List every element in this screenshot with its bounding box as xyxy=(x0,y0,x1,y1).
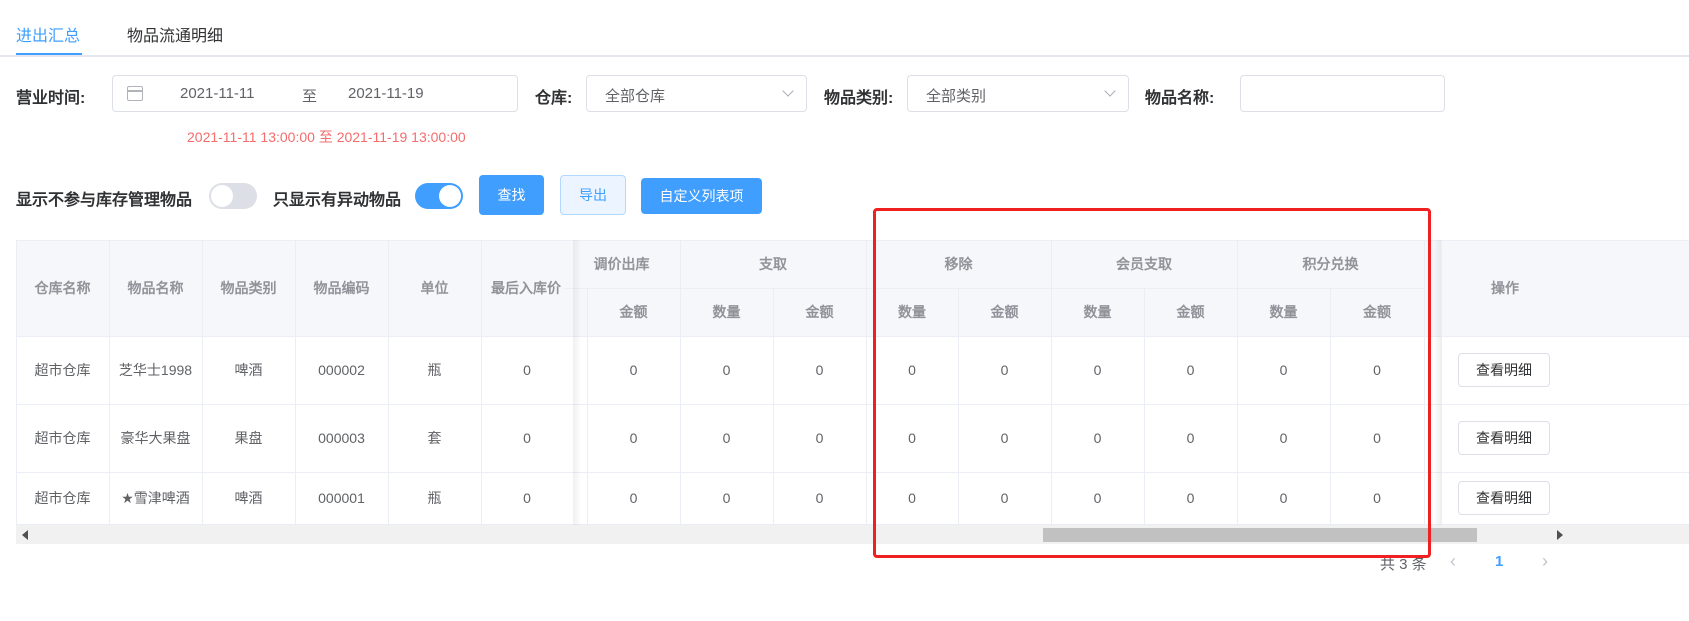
warehouse-label: 仓库: xyxy=(535,90,573,107)
tab-bar: 进出汇总 物品流通明细 xyxy=(0,0,1689,57)
cell-unit: 套 xyxy=(427,430,442,446)
export-button[interactable]: 导出 xyxy=(560,175,626,215)
category-select-value: 全部类别 xyxy=(926,88,987,105)
cell-item-name: 芝华士1998 xyxy=(118,362,193,378)
header-warehouse: 仓库名称 xyxy=(16,240,109,336)
summary-table: 仓库名称 物品名称 物品类别 物品编码 单位 最后入库价 调价出库 支取 移除 … xyxy=(16,240,1689,525)
cell-value: 0 xyxy=(629,362,638,378)
end-date-input[interactable]: 2021-11-19 xyxy=(348,85,424,102)
header-last-price: 最后入库价 xyxy=(490,262,562,314)
chevron-down-icon xyxy=(782,85,794,97)
subheader-quantity: 数量 xyxy=(680,288,773,336)
category-select[interactable]: 全部类别 xyxy=(907,75,1129,112)
cell-last-price: 0 xyxy=(523,490,531,506)
chevron-down-icon xyxy=(1104,85,1116,97)
switch-knob xyxy=(439,185,461,207)
current-page[interactable]: 1 xyxy=(1495,553,1503,570)
cell-value: 0 xyxy=(815,362,824,378)
show-non-managed-switch[interactable] xyxy=(209,183,257,209)
tab-summary[interactable]: 进出汇总 xyxy=(16,22,80,46)
active-tab-indicator xyxy=(16,53,82,55)
cell-warehouse: 超市仓库 xyxy=(34,490,91,506)
business-time-label: 营业时间: xyxy=(16,90,86,107)
cell-value: 0 xyxy=(815,490,824,506)
header-category: 物品类别 xyxy=(202,240,295,336)
cell-last-price: 0 xyxy=(523,362,531,378)
range-separator: 至 xyxy=(302,88,318,105)
subheader-amount: 金额 xyxy=(587,288,680,336)
cell-category: 果盘 xyxy=(234,430,263,446)
item-name-label: 物品名称: xyxy=(1145,90,1215,107)
header-unit: 单位 xyxy=(388,240,481,336)
fixed-column-shadow xyxy=(573,240,581,525)
cell-warehouse: 超市仓库 xyxy=(34,430,91,446)
cell-last-price: 0 xyxy=(523,430,531,446)
header-code: 物品编码 xyxy=(295,240,388,336)
next-page-icon[interactable]: › xyxy=(1542,551,1548,572)
cell-unit: 瓶 xyxy=(427,490,442,506)
date-range-picker[interactable]: 2021-11-11 至 2021-11-19 xyxy=(112,75,518,112)
tab-flow-detail[interactable]: 物品流通明细 xyxy=(127,22,223,46)
cell-unit: 瓶 xyxy=(427,362,442,378)
view-detail-button[interactable]: 查看明细 xyxy=(1458,481,1550,515)
scroll-right-icon[interactable] xyxy=(1557,530,1563,540)
view-detail-button[interactable]: 查看明细 xyxy=(1458,353,1550,387)
category-label: 物品类别: xyxy=(824,90,894,107)
cell-item-name: 豪华大果盘 xyxy=(120,430,191,446)
warehouse-select[interactable]: 全部仓库 xyxy=(586,75,807,112)
show-non-managed-label: 显示不参与库存管理物品 xyxy=(16,192,193,209)
only-changed-label: 只显示有异动物品 xyxy=(273,192,402,209)
cell-code: 000003 xyxy=(318,430,365,446)
cell-value: 0 xyxy=(722,490,731,506)
time-range-hint: 2021-11-11 13:00:00 至 2021-11-19 13:00:0… xyxy=(187,129,466,145)
cell-value: 0 xyxy=(722,362,731,378)
cell-warehouse: 超市仓库 xyxy=(34,362,91,378)
header-item-name: 物品名称 xyxy=(109,240,202,336)
scroll-left-icon[interactable] xyxy=(22,530,28,540)
header-operation: 操作 xyxy=(1441,240,1569,336)
calendar-icon xyxy=(127,86,143,101)
only-changed-switch[interactable] xyxy=(415,183,463,209)
cell-value: 0 xyxy=(722,430,731,446)
cell-value: 0 xyxy=(629,490,638,506)
prev-page-icon[interactable]: ‹ xyxy=(1450,551,1456,572)
switch-knob xyxy=(211,185,233,207)
search-button[interactable]: 查找 xyxy=(479,175,544,215)
highlight-box xyxy=(873,208,1431,558)
cell-category: 啤酒 xyxy=(234,362,263,378)
custom-columns-button[interactable]: 自定义列表项 xyxy=(641,178,762,214)
view-detail-button[interactable]: 查看明细 xyxy=(1458,421,1550,455)
fixed-column-shadow xyxy=(1433,240,1441,525)
cell-value: 0 xyxy=(815,430,824,446)
cell-category: 啤酒 xyxy=(234,490,263,506)
subheader-amount: 金额 xyxy=(773,288,866,336)
cell-item-name: ★雪津啤酒 xyxy=(121,490,190,506)
item-name-input[interactable] xyxy=(1240,75,1445,112)
warehouse-select-value: 全部仓库 xyxy=(605,88,666,105)
cell-value: 0 xyxy=(629,430,638,446)
cell-code: 000002 xyxy=(318,362,365,378)
cell-code: 000001 xyxy=(318,490,365,506)
start-date-input[interactable]: 2021-11-11 xyxy=(180,85,255,102)
header-withdraw: 支取 xyxy=(680,240,866,288)
